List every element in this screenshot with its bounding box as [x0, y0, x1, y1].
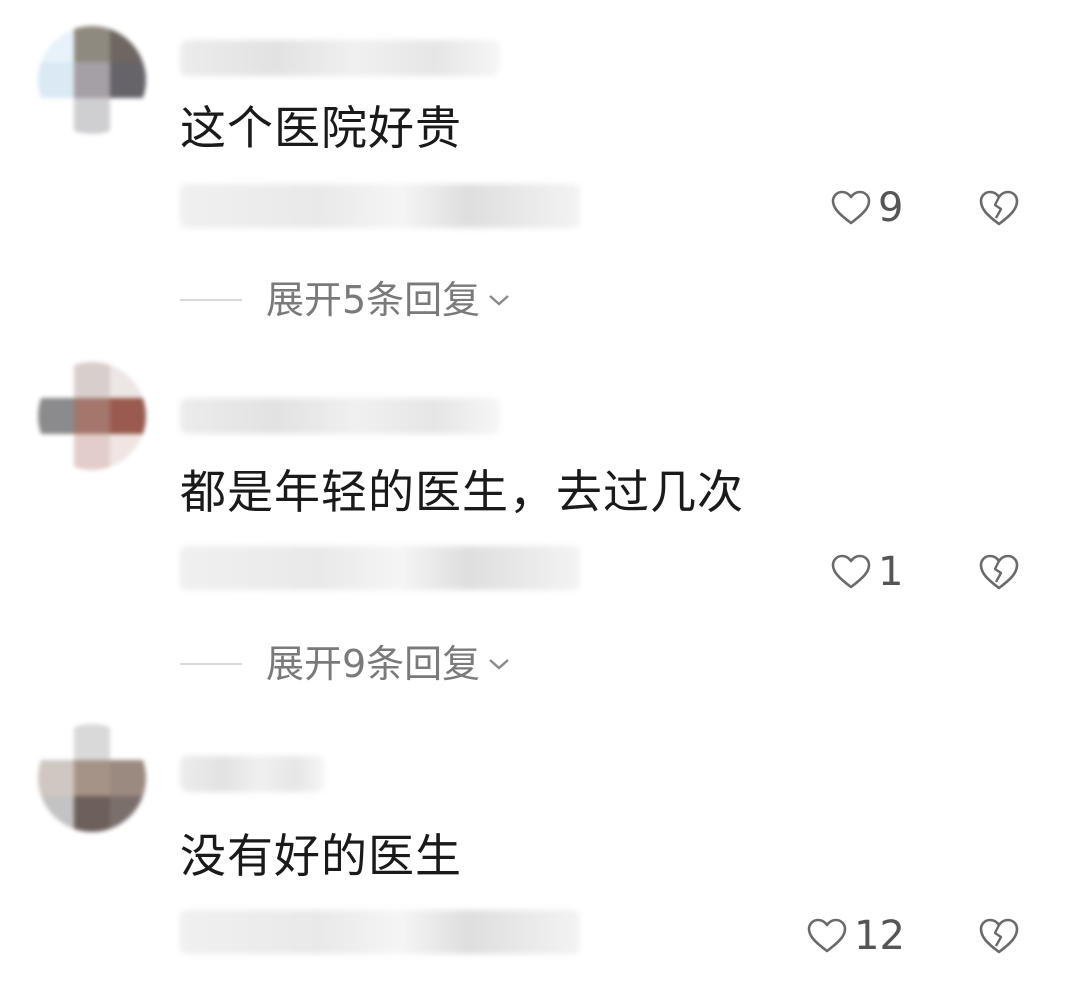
avatar[interactable]	[38, 26, 146, 134]
avatar[interactable]	[38, 724, 146, 832]
heart-outline-icon	[807, 918, 847, 953]
avatar-pixel	[110, 796, 146, 832]
comment-meta-redacted	[180, 546, 580, 590]
username-redacted[interactable]	[180, 398, 500, 434]
comment-text: 没有好的医生	[180, 829, 462, 883]
expand-replies-label: 展开5条回复	[266, 278, 481, 322]
broken-heart-icon[interactable]	[977, 188, 1021, 228]
divider	[180, 299, 242, 301]
avatar[interactable]	[38, 362, 146, 470]
avatar-pixel	[38, 434, 74, 470]
expand-replies-button[interactable]: 展开9条回复	[180, 642, 512, 686]
divider	[180, 663, 242, 665]
avatar-pixel	[74, 62, 110, 98]
chevron-down-icon	[489, 295, 509, 306]
heart-outline-icon	[831, 190, 871, 225]
avatar-pixel	[110, 362, 146, 398]
avatar-pixel	[74, 796, 110, 832]
like-count: 1	[878, 549, 904, 595]
avatar-pixel	[110, 98, 146, 134]
avatar-pixel	[38, 724, 74, 760]
avatar-pixel	[110, 62, 146, 98]
avatar-pixel	[38, 796, 74, 832]
avatar-pixel	[38, 760, 74, 796]
avatar-pixel	[38, 98, 74, 134]
username-redacted[interactable]	[180, 756, 325, 792]
comment-text: 都是年轻的医生，去过几次	[180, 465, 744, 519]
avatar-pixel	[74, 398, 110, 434]
like-button[interactable]: 9	[830, 186, 903, 230]
avatar-pixel	[74, 434, 110, 470]
avatar-pixel	[74, 760, 110, 796]
avatar-pixel	[110, 26, 146, 62]
avatar-pixel	[74, 724, 110, 760]
avatar-pixel	[110, 434, 146, 470]
avatar-pixel	[74, 362, 110, 398]
like-button[interactable]: 12	[806, 914, 905, 958]
avatar-pixel	[38, 362, 74, 398]
comment-text: 这个医院好贵	[180, 101, 462, 155]
avatar-pixel	[38, 398, 74, 434]
like-count: 12	[854, 913, 905, 959]
comment-meta-redacted	[180, 184, 580, 228]
avatar-pixel	[38, 62, 74, 98]
avatar-pixel	[110, 398, 146, 434]
broken-heart-icon[interactable]	[977, 916, 1021, 956]
avatar-pixel	[110, 724, 146, 760]
comment-meta-redacted	[180, 910, 580, 954]
expand-replies-button[interactable]: 展开5条回复	[180, 278, 512, 322]
avatar-pixel	[74, 26, 110, 62]
heart-outline-icon	[831, 554, 871, 589]
broken-heart-icon[interactable]	[977, 552, 1021, 592]
username-redacted[interactable]	[180, 40, 500, 76]
like-count: 9	[878, 185, 904, 231]
avatar-pixel	[38, 26, 74, 62]
expand-replies-label: 展开9条回复	[266, 642, 481, 686]
avatar-pixel	[74, 98, 110, 134]
avatar-pixel	[110, 760, 146, 796]
like-button[interactable]: 1	[830, 550, 903, 594]
chevron-down-icon	[489, 659, 509, 670]
